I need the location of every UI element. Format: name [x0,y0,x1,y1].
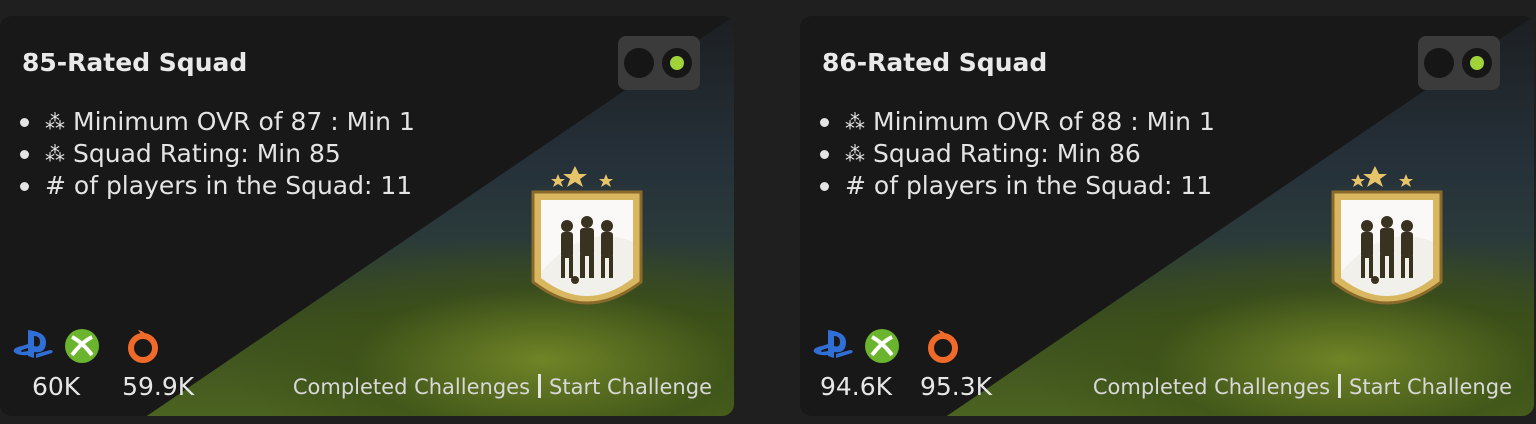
console-price: 60K [32,372,81,401]
prices: 60K 59.9K [32,372,194,401]
requirement-item: ⁂ Minimum OVR of 88 : Min 1 [820,106,1215,138]
requirement-item: # of players in the Squad: 11 [20,170,415,202]
completed-challenges-link[interactable]: Completed Challenges [293,375,530,399]
completed-challenges-link[interactable]: Completed Challenges [1093,375,1330,399]
toggle-switch[interactable] [1418,36,1500,90]
squad-badge-icon [1331,166,1443,305]
toggle-switch[interactable] [618,36,700,90]
card-title: 85-Rated Squad [22,48,248,77]
requirement-item: ⁂ Squad Rating: Min 86 [820,138,1215,170]
requirement-item: # of players in the Squad: 11 [820,170,1215,202]
requirement-item: ⁂ Minimum OVR of 87 : Min 1 [20,106,415,138]
sbc-card-85[interactable]: 85-Rated Squad ⁂ Minimum OVR of 87 : Min… [0,16,734,416]
requirements-list: ⁂ Minimum OVR of 87 : Min 1 ⁂ Squad Rati… [20,106,415,202]
xbox-icon [865,329,899,363]
playstation-icon [13,330,53,358]
pc-price: 59.9K [122,372,195,401]
card-links: Completed Challenges Start Challenge [293,374,712,399]
sbc-card-86[interactable]: 86-Rated Squad ⁂ Minimum OVR of 88 : Min… [800,16,1534,416]
card-links: Completed Challenges Start Challenge [1093,374,1512,399]
origin-icon [128,330,158,363]
requirement-item: ⁂ Squad Rating: Min 85 [20,138,415,170]
xbox-icon [65,329,99,363]
stars-icon: ⁂ [45,142,65,166]
card-title: 86-Rated Squad [822,48,1048,77]
stars-icon: ⁂ [845,110,865,134]
prices: 94.6K 95.3K [820,372,992,401]
origin-icon [928,330,958,363]
stars-icon: ⁂ [45,110,65,134]
pc-price: 95.3K [919,372,993,401]
playstation-icon [813,330,853,358]
start-challenge-link[interactable]: Start Challenge [1349,375,1512,399]
squad-badge-icon [531,166,643,305]
stars-icon: ⁂ [845,142,865,166]
console-price: 94.6K [820,372,893,401]
requirements-list: ⁂ Minimum OVR of 88 : Min 1 ⁂ Squad Rati… [820,106,1215,202]
start-challenge-link[interactable]: Start Challenge [549,375,712,399]
